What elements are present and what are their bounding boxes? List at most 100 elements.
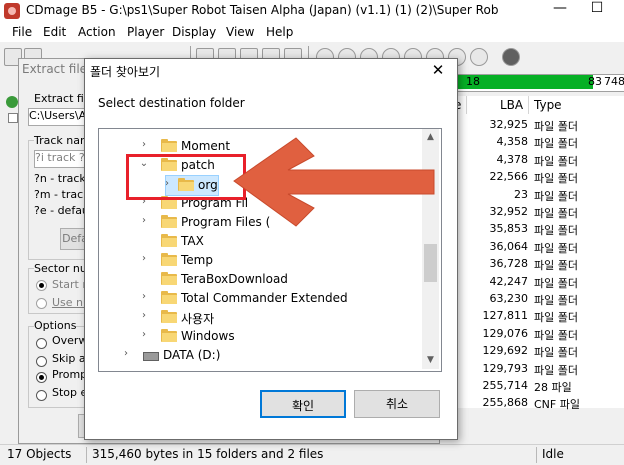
tree-item-label: Windows xyxy=(181,329,235,343)
progress-label: 74 xyxy=(604,75,618,88)
table-row[interactable]: 63,230 파일 폴더 xyxy=(458,292,624,309)
chevron-right-icon[interactable]: › xyxy=(139,139,149,150)
tree-expand-icon[interactable] xyxy=(8,113,18,123)
table-row[interactable]: 127,811 파일 폴더 xyxy=(458,309,624,326)
table-row[interactable]: 42,247 파일 폴더 xyxy=(458,275,624,292)
status-bytes: 315,460 bytes in 15 folders and 2 files xyxy=(86,447,323,463)
folder-icon xyxy=(161,291,177,304)
chevron-right-icon[interactable]: › xyxy=(139,291,149,302)
start-number-radio[interactable] xyxy=(36,280,47,291)
ok-button[interactable]: 확인 xyxy=(260,390,346,418)
close-icon[interactable]: ✕ xyxy=(428,61,448,79)
column-divider[interactable] xyxy=(528,96,529,114)
chevron-right-icon[interactable]: › xyxy=(139,329,149,340)
table-row[interactable]: 32,925 파일 폴더 xyxy=(458,118,624,135)
table-row[interactable]: 35,853 파일 폴더 xyxy=(458,222,624,239)
row-type: 파일 폴더 xyxy=(534,241,578,255)
tree-item-label: Temp xyxy=(181,253,213,267)
menu-action[interactable]: Action xyxy=(78,25,116,39)
toolbar-stop-icon[interactable] xyxy=(502,48,520,66)
toolbar-player-icon[interactable] xyxy=(470,48,488,66)
overwrite-radio[interactable] xyxy=(36,338,47,349)
table-row[interactable]: 129,692 파일 폴더 xyxy=(458,344,624,361)
menu-display[interactable]: Display xyxy=(172,25,216,39)
table-row[interactable]: 129,793 파일 폴더 xyxy=(458,362,624,379)
menu-edit[interactable]: Edit xyxy=(43,25,66,39)
table-row[interactable]: 129,076 파일 폴더 xyxy=(458,327,624,344)
tree-item[interactable]: › DATA (D:) xyxy=(99,346,423,365)
track-name-input[interactable]: ?i track ?n xyxy=(34,150,90,168)
table-row[interactable]: 22,566 파일 폴더 xyxy=(458,170,624,187)
drive-icon xyxy=(143,352,159,361)
column-lba[interactable]: LBA xyxy=(500,98,523,112)
table-row[interactable]: 2255,71428 파일 xyxy=(450,379,624,396)
track-help-text: ?m - track xyxy=(34,188,90,201)
use-number-radio[interactable] xyxy=(36,298,47,309)
minimize-button[interactable]: — xyxy=(548,0,572,22)
cancel-button[interactable]: 취소 xyxy=(354,390,440,418)
row-type: 28 파일 xyxy=(534,381,572,394)
chevron-right-icon[interactable]: › xyxy=(121,348,131,359)
row-type: 파일 폴더 xyxy=(534,294,578,307)
prompt-radio[interactable] xyxy=(36,372,47,383)
row-lba: 129,076 xyxy=(482,326,529,340)
scroll-thumb[interactable] xyxy=(424,244,437,282)
disc-icon xyxy=(6,96,18,108)
tree-item[interactable]: › Temp xyxy=(99,251,423,270)
status-objects: 17 Objects xyxy=(7,447,72,461)
table-row[interactable]: 23 파일 폴더 xyxy=(458,188,624,205)
extract-path-input[interactable]: C:\Users\A xyxy=(28,108,90,126)
row-lba: 22,566 xyxy=(489,170,529,184)
menu-player[interactable]: Player xyxy=(127,25,164,39)
app-icon[interactable] xyxy=(4,3,20,19)
row-type: 파일 폴더 xyxy=(534,346,578,360)
table-row[interactable]: 4,358 파일 폴더 xyxy=(458,135,624,152)
folder-icon xyxy=(161,253,177,266)
folder-icon xyxy=(161,329,177,342)
row-lba: 32,925 xyxy=(489,118,529,131)
tree-item[interactable]: › Windows xyxy=(99,327,423,346)
row-type: 파일 폴더 xyxy=(534,276,578,290)
status-state: Idle xyxy=(536,447,564,463)
row-lba: 129,692 xyxy=(482,344,529,358)
row-lba: 36,728 xyxy=(489,257,529,271)
tree-item[interactable]: › 사용자 xyxy=(99,308,423,327)
menu-help[interactable]: Help xyxy=(266,25,293,39)
row-type: CNF 파일 xyxy=(534,398,580,412)
row-lba: 4,378 xyxy=(496,152,529,166)
table-row[interactable]: 3255,868CNF 파일 xyxy=(450,396,624,413)
table-row[interactable]: 32,952 파일 폴더 xyxy=(458,205,624,222)
file-list-header: e LBA Type xyxy=(454,96,624,115)
row-type: 파일 폴더 xyxy=(534,120,578,133)
folder-icon xyxy=(161,272,177,285)
scroll-down-icon[interactable]: ▼ xyxy=(422,355,439,365)
arrow-annotation xyxy=(233,137,435,227)
chevron-right-icon[interactable]: › xyxy=(139,310,149,321)
tree-item-label: 사용자 xyxy=(181,312,215,326)
column-divider[interactable] xyxy=(466,96,467,114)
file-list[interactable]: 32,925 파일 폴더 4,358 파일 폴더 4,378 파일 폴더 22,566 파일 … xyxy=(450,114,624,411)
row-type: 파일 폴더 xyxy=(534,154,578,168)
skip-all-radio[interactable] xyxy=(36,356,47,367)
track-name-group-label: Track nam xyxy=(34,134,91,147)
progress-label: 18 xyxy=(466,75,480,88)
tree-item-label: Total Commander Extended xyxy=(181,291,348,305)
maximize-button[interactable]: ☐ xyxy=(585,0,609,22)
table-row[interactable]: 36,064 파일 폴더 xyxy=(458,240,624,257)
tree-item[interactable]: TeraBoxDownload xyxy=(99,270,423,289)
row-lba: 63,230 xyxy=(489,292,529,305)
row-lba: 23 xyxy=(514,187,528,201)
table-row[interactable]: 36,728 파일 폴더 xyxy=(458,257,624,274)
column-type[interactable]: Type xyxy=(534,98,562,112)
row-type: 파일 폴더 xyxy=(534,189,578,203)
chevron-right-icon[interactable]: › xyxy=(139,215,149,226)
stop-extract-radio[interactable] xyxy=(36,390,47,401)
tree-item[interactable]: › Total Commander Extended xyxy=(99,289,423,308)
menu-file[interactable]: File xyxy=(12,25,32,39)
folder-icon xyxy=(161,234,177,247)
row-type: 파일 폴더 xyxy=(534,172,578,186)
row-type: 파일 폴더 xyxy=(534,259,578,273)
table-row[interactable]: 4,378 파일 폴더 xyxy=(458,153,624,170)
chevron-right-icon[interactable]: › xyxy=(139,253,149,264)
menu-view[interactable]: View xyxy=(226,25,254,39)
